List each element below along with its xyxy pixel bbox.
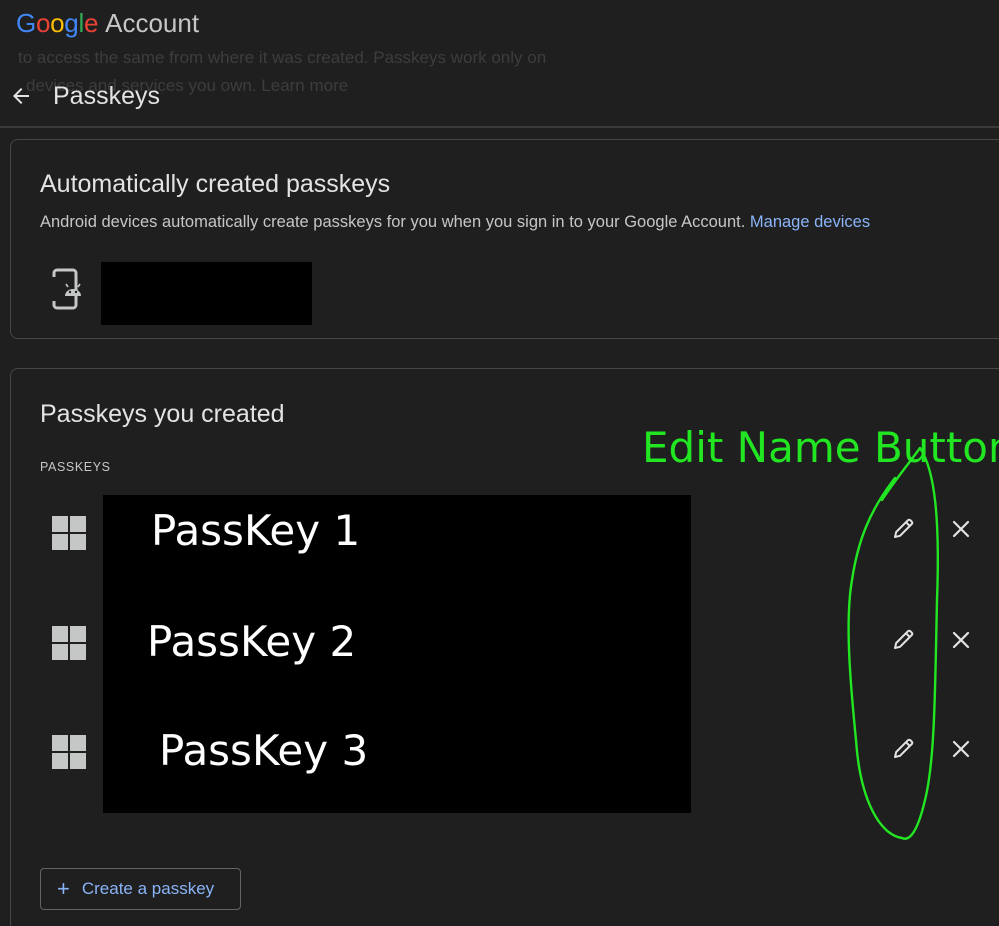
passkey-row: PassKey 3: [11, 722, 999, 782]
edit-passkey-1-button[interactable]: [887, 513, 919, 545]
remove-passkey-3-button[interactable]: [945, 733, 977, 765]
passkey-name: PassKey 3: [159, 726, 369, 775]
edit-passkey-2-button[interactable]: [887, 624, 919, 656]
plus-icon: +: [57, 876, 70, 901]
android-phone-icon: [52, 268, 81, 310]
create-passkey-button[interactable]: + Create a passkey: [40, 868, 241, 910]
auto-passkeys-description-text: Android devices automatically create pas…: [40, 213, 746, 231]
redacted-device-name: [101, 262, 312, 325]
windows-icon: [52, 516, 86, 550]
passkey-row: PassKey 2: [11, 612, 999, 672]
title-bar: Passkeys: [0, 72, 999, 120]
auto-passkeys-card: Automatically created passkeys Android d…: [10, 139, 999, 339]
ghost-text-line-1: to access the same from where it was cre…: [18, 48, 547, 67]
windows-icon: [52, 626, 86, 660]
passkey-name: PassKey 2: [147, 617, 357, 666]
google-account-logo[interactable]: Google Account: [16, 8, 199, 42]
google-logo: Google: [16, 8, 99, 38]
header-divider: [0, 126, 999, 128]
edit-passkey-3-button[interactable]: [887, 733, 919, 765]
auto-passkeys-description: Android devices automatically create pas…: [40, 213, 870, 232]
create-passkey-label: Create a passkey: [81, 879, 215, 898]
passkeys-list-label: PASSKEYS: [40, 460, 111, 474]
brand-text: Account: [105, 8, 200, 38]
manage-devices-link[interactable]: Manage devices: [750, 213, 870, 231]
page: Google Account to access the same from w…: [0, 0, 999, 926]
annotation-label: Edit Name Buttons: [642, 423, 999, 472]
windows-icon: [52, 735, 86, 769]
passkey-name: PassKey 1: [151, 506, 361, 555]
back-arrow-icon[interactable]: [9, 84, 33, 108]
auto-passkeys-title: Automatically created passkeys: [40, 170, 391, 198]
passkey-row: PassKey 1: [11, 503, 999, 563]
remove-passkey-2-button[interactable]: [945, 624, 977, 656]
page-title: Passkeys: [53, 81, 160, 110]
remove-passkey-1-button[interactable]: [945, 513, 977, 545]
created-passkeys-title: Passkeys you created: [40, 400, 285, 428]
